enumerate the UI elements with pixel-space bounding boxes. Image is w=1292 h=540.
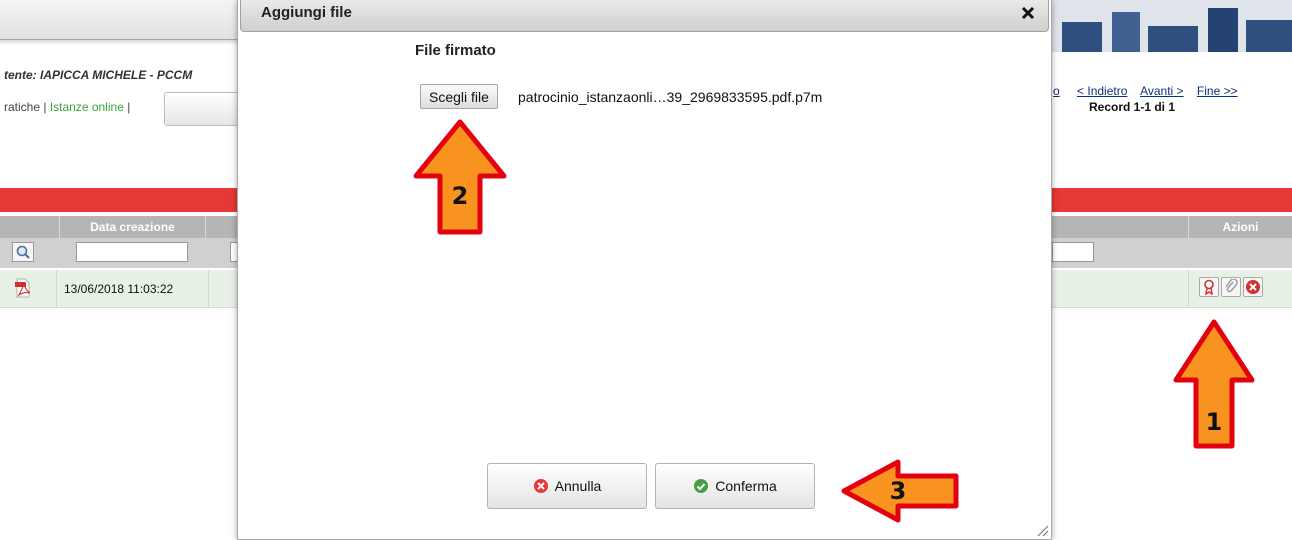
- paging-end-link[interactable]: Fine >>: [1197, 84, 1238, 98]
- row-creation-date: 13/06/2018 11:03:22: [64, 282, 174, 296]
- dialog-title: Aggiungi file: [261, 4, 352, 21]
- cancel-label: Annulla: [554, 478, 602, 494]
- nav-pratiche-link[interactable]: ratiche |: [4, 100, 50, 114]
- confirm-button[interactable]: Conferma: [655, 463, 815, 509]
- delete-icon: [1246, 280, 1260, 294]
- close-button[interactable]: [1018, 3, 1038, 23]
- filter-input-right[interactable]: [1052, 242, 1094, 262]
- app-header-left: [0, 0, 240, 45]
- annotation-number-3: 3: [890, 477, 907, 505]
- dialog-title-bar[interactable]: Aggiungi file: [240, 0, 1049, 32]
- nav-separator: |: [123, 100, 131, 114]
- filter-date-input[interactable]: [76, 242, 188, 262]
- paging-next-link[interactable]: Avanti >: [1140, 84, 1183, 98]
- paperclip-icon: [1225, 279, 1238, 293]
- confirm-label: Conferma: [715, 478, 777, 494]
- column-header-azioni: Azioni: [1188, 216, 1292, 238]
- cancel-button[interactable]: Annulla: [487, 463, 647, 509]
- choose-file-button[interactable]: Scegli file: [420, 84, 498, 109]
- pdf-file-icon: [15, 278, 31, 298]
- annotation-number-1: 1: [1206, 408, 1223, 436]
- paging-prev-link[interactable]: < Indietro: [1077, 84, 1127, 98]
- row-actions: [1199, 277, 1263, 297]
- filter-search-button[interactable]: [12, 242, 34, 262]
- annotation-arrow-2: 2: [413, 119, 507, 235]
- delete-action-button[interactable]: [1243, 277, 1263, 297]
- search-icon: [16, 245, 30, 259]
- user-info-text: tente: IAPICCA MICHELE - PCCM: [4, 68, 193, 82]
- paging-partial-link[interactable]: o: [1053, 84, 1060, 98]
- toolbar-button[interactable]: [164, 92, 244, 126]
- selected-file-name: patrocinio_istanzaonli…39_2969833595.pdf…: [518, 89, 823, 105]
- file-firmato-label: File firmato: [415, 42, 496, 59]
- check-icon: [694, 479, 709, 493]
- pagination: o < Indietro Avanti > Fine >>: [1053, 84, 1248, 98]
- column-header-blank: [0, 216, 60, 238]
- resize-grip-icon[interactable]: [1035, 523, 1049, 537]
- cancel-icon: [533, 479, 548, 493]
- nav-istanze-online-link[interactable]: Istanze online: [50, 100, 124, 114]
- annotation-arrow-3: 3: [841, 459, 959, 523]
- annotation-number-2: 2: [452, 182, 469, 210]
- column-header-data-creazione[interactable]: Data creazione: [60, 216, 206, 238]
- screen: tente: IAPICCA MICHELE - PCCM ratiche | …: [0, 0, 1292, 540]
- annotation-arrow-1: 1: [1173, 319, 1255, 449]
- seal-icon: [1204, 279, 1214, 295]
- record-count: Record 1-1 di 1: [1089, 100, 1176, 114]
- attach-action-button[interactable]: [1221, 277, 1241, 297]
- sign-action-button[interactable]: [1199, 277, 1219, 297]
- breadcrumb: ratiche | Istanze online |: [4, 100, 130, 114]
- header-banner-image: [1052, 0, 1292, 52]
- close-icon: [1021, 6, 1035, 20]
